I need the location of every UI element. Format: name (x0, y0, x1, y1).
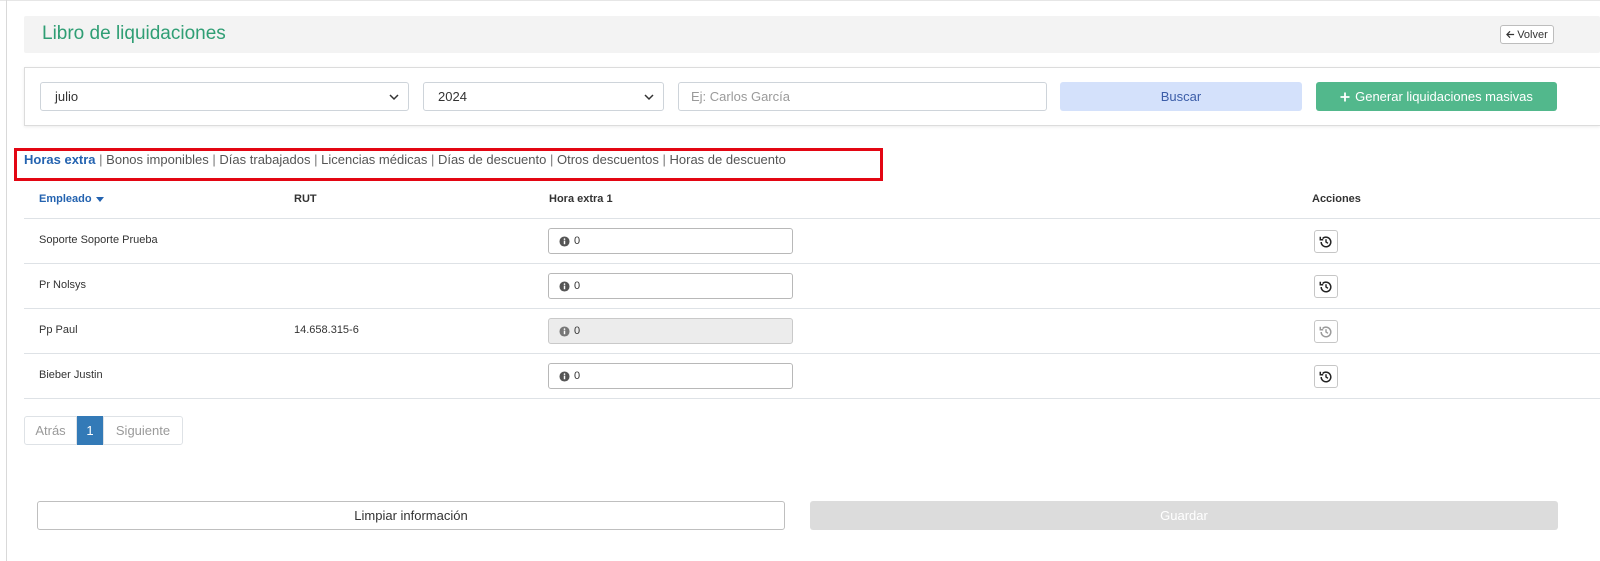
pagination: Atrás 1 Siguiente (24, 416, 183, 445)
overtime-input[interactable]: 0 (548, 363, 793, 389)
history-icon (1319, 370, 1332, 383)
year-select[interactable]: 2024 (423, 82, 664, 111)
pagination-page-current[interactable]: 1 (77, 416, 103, 445)
history-button-disabled (1314, 320, 1338, 343)
table-row: Soporte Soporte Prueba 0 (24, 219, 1600, 264)
generate-mass-payroll-label: Generar liquidaciones masivas (1355, 89, 1533, 104)
tab-separator: | (549, 152, 557, 167)
column-header-overtime: Hora extra 1 (549, 193, 613, 205)
info-icon (559, 325, 570, 337)
employee-name: Bieber Justin (39, 369, 103, 381)
pagination-next[interactable]: Siguiente (103, 416, 183, 445)
overtime-value: 0 (574, 370, 581, 382)
left-border (6, 0, 7, 561)
tab-bonos-imponibles[interactable]: Bonos imponibles (106, 152, 209, 167)
info-icon (559, 235, 570, 247)
clear-info-button[interactable]: Limpiar información (37, 501, 785, 530)
info-icon (559, 370, 570, 382)
column-header-rut: RUT (294, 193, 317, 205)
plus-icon (1340, 92, 1350, 101)
overtime-value: 0 (574, 235, 581, 247)
column-header-actions: Acciones (1312, 193, 1361, 205)
back-button-label: Volver (1517, 28, 1548, 41)
tab-otros-descuentos[interactable]: Otros descuentos (557, 152, 659, 167)
month-select-value: julio (55, 89, 79, 104)
employee-rut: 14.658.315-6 (294, 324, 359, 336)
sort-caret-icon (95, 196, 104, 202)
arrow-left-icon (1506, 30, 1515, 39)
employee-name: Soporte Soporte Prueba (39, 234, 158, 246)
tab-horas-de-descuento[interactable]: Horas de descuento (670, 152, 786, 167)
employee-search-input[interactable] (678, 82, 1047, 111)
tab-dias-trabajados[interactable]: Días trabajados (219, 152, 310, 167)
category-tabs: Horas extra | Bonos imponibles | Días tr… (24, 152, 786, 167)
tab-licencias-medicas[interactable]: Licencias médicas (321, 152, 427, 167)
tab-dias-de-descuento[interactable]: Días de descuento (438, 152, 546, 167)
generate-mass-payroll-button[interactable]: Generar liquidaciones masivas (1316, 82, 1557, 111)
page-title: Libro de liquidaciones (42, 23, 226, 44)
history-icon (1319, 280, 1332, 293)
search-button[interactable]: Buscar (1060, 82, 1302, 111)
overtime-input[interactable]: 0 (548, 273, 793, 299)
table-row: Pp Paul 14.658.315-6 0 (24, 309, 1600, 354)
table-row: Pr Nolsys 0 (24, 264, 1600, 309)
overtime-input-disabled: 0 (548, 318, 793, 344)
back-button[interactable]: Volver (1500, 25, 1554, 44)
chevron-down-icon (644, 94, 654, 101)
year-select-value: 2024 (438, 89, 467, 104)
save-button[interactable]: Guardar (810, 501, 1558, 530)
column-header-employee[interactable]: Empleado (39, 193, 104, 205)
overtime-value: 0 (574, 325, 581, 337)
info-icon (559, 280, 570, 292)
history-button[interactable] (1314, 230, 1338, 253)
history-icon (1319, 325, 1332, 338)
top-border (0, 0, 1600, 1)
filter-bar: julio 2024 Buscar Generar liquidaciones … (24, 67, 1600, 126)
employee-name: Pp Paul (39, 324, 78, 336)
overtime-value: 0 (574, 280, 581, 292)
page-header: Libro de liquidaciones (24, 16, 1600, 53)
history-button[interactable] (1314, 365, 1338, 388)
history-button[interactable] (1314, 275, 1338, 298)
month-select[interactable]: julio (40, 82, 409, 111)
tab-separator: | (662, 152, 670, 167)
pagination-prev[interactable]: Atrás (24, 416, 77, 445)
tab-separator: | (430, 152, 438, 167)
chevron-down-icon (389, 94, 399, 101)
tab-horas-extra[interactable]: Horas extra (24, 152, 96, 167)
employee-name: Pr Nolsys (39, 279, 87, 291)
history-icon (1319, 235, 1332, 248)
table-header: Empleado RUT Hora extra 1 Acciones (24, 186, 1600, 219)
column-header-employee-label: Empleado (39, 193, 92, 205)
table-row: Bieber Justin 0 (24, 354, 1600, 399)
overtime-input[interactable]: 0 (548, 228, 793, 254)
